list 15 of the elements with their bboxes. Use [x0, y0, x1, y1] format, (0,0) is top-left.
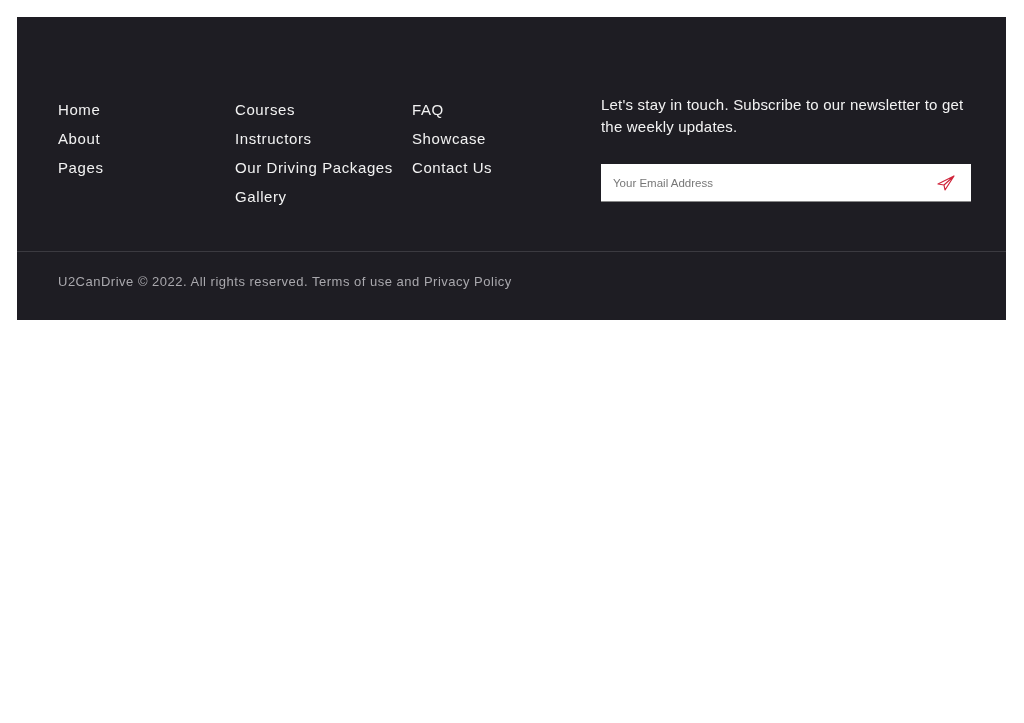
footer-link[interactable]: Pages [58, 158, 104, 178]
footer-link[interactable]: Gallery [235, 187, 287, 207]
footer-link[interactable]: Our Driving Packages [235, 158, 393, 178]
footer-link[interactable]: Home [58, 100, 101, 120]
footer-link[interactable]: Showcase [412, 129, 486, 149]
footer-link[interactable]: Instructors [235, 129, 312, 149]
newsletter-text: Let's stay in touch. Subscribe to our newsletter to get the weekly updates. [601, 95, 965, 137]
email-field[interactable]: Your Email Address [601, 164, 971, 202]
footer-link[interactable]: About [58, 129, 101, 149]
copyright-text: U2CanDrive © 2022. All rights reserved. Terms of use and Privacy Policy [58, 273, 513, 291]
footer-link[interactable]: Courses [235, 100, 296, 120]
send-button[interactable] [937, 175, 955, 191]
paper-plane-icon [937, 175, 955, 191]
footer-link[interactable]: Contact Us [412, 158, 493, 178]
footer-link[interactable]: FAQ [412, 100, 444, 120]
